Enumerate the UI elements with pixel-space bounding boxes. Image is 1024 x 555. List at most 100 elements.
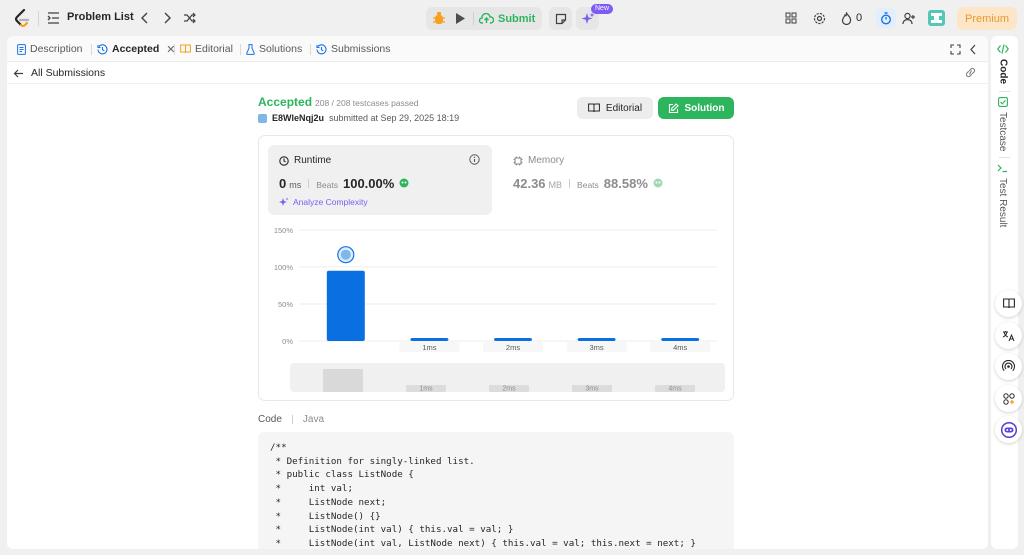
performance-card: Runtime 0 ms Beats 100.00% Analyze Compl… [258, 135, 734, 401]
chart-bar [326, 270, 365, 341]
beats-badge-icon [399, 178, 409, 188]
problem-list-link[interactable]: Problem List [67, 11, 134, 23]
description-icon [17, 43, 26, 55]
chart-overview-strip[interactable]: 1ms 2ms 3ms 4ms [290, 363, 725, 393]
notes-button[interactable] [549, 7, 572, 30]
info-icon[interactable] [469, 154, 480, 165]
extensions-button[interactable] [995, 385, 1022, 412]
tab-testcase-label: Testcase [997, 112, 1008, 152]
layout-icon[interactable] [783, 10, 799, 26]
tab-testcase[interactable]: Testcase [997, 97, 1008, 151]
top-bar: Problem List Submit New 0 Premium [0, 0, 1024, 36]
tab-solutions-label: Solutions [259, 43, 303, 55]
shuffle-icon[interactable] [181, 10, 197, 26]
memory-values: 42.36 MB Beats 88.58% [513, 176, 663, 191]
memory-value: 42.36 [513, 176, 546, 191]
run-divider [473, 12, 474, 25]
tab-solutions[interactable]: Solutions [246, 42, 302, 56]
submit-button[interactable]: Submit [479, 10, 535, 27]
chart-bar [494, 338, 532, 342]
edit-icon [668, 102, 679, 113]
x-tick-label: 1ms [422, 343, 436, 352]
tab-editorial[interactable]: Editorial [180, 42, 233, 56]
next-problem-icon[interactable] [159, 10, 175, 26]
tab-test-result-label: Test Result [997, 178, 1008, 228]
broadcast-button[interactable] [995, 353, 1022, 380]
maximize-icon[interactable] [947, 41, 963, 57]
runtime-unit: ms [289, 180, 302, 190]
prev-problem-icon[interactable] [137, 10, 153, 26]
submission-subbar: All Submissions [7, 62, 988, 84]
overview-tick-label: 3ms [585, 386, 599, 393]
user-avatar[interactable] [928, 10, 945, 26]
add-user-icon[interactable] [901, 10, 917, 26]
assistant-bot-button[interactable] [995, 416, 1022, 443]
problem-list-icon[interactable] [47, 12, 60, 24]
tab-accepted-label: Accepted [112, 43, 160, 55]
editorial-button[interactable]: Editorial [577, 97, 653, 119]
tab-divider [91, 44, 92, 55]
notes-icon [555, 13, 566, 24]
chart-bar [410, 338, 449, 342]
runtime-title: Runtime [279, 155, 331, 166]
debug-icon[interactable] [432, 11, 446, 26]
runtime-box[interactable]: Runtime 0 ms Beats 100.00% Analyze Compl… [268, 145, 492, 215]
tab-submissions[interactable]: Submissions [316, 42, 391, 56]
book-button[interactable] [995, 290, 1022, 317]
code-line: * ListNode(int val, ListNode next) { thi… [270, 537, 696, 549]
runtime-distribution-chart: 150% 100% 50% 0% 1ms 2ms 3ms 4ms [274, 226, 717, 352]
current-submission-avatar [340, 249, 351, 260]
analyze-complexity-label: Analyze Complexity [293, 197, 368, 207]
code-viewer[interactable]: /** * Definition for singly-linked list.… [258, 432, 734, 549]
premium-button[interactable]: Premium [957, 7, 1017, 30]
tab-divider [310, 44, 311, 55]
memory-beats-label: Beats [577, 180, 599, 190]
chart-bar [661, 338, 700, 342]
collapse-icon[interactable] [965, 41, 981, 57]
clock-icon [279, 155, 289, 166]
submission-panel: Description Accepted ✕ Editorial Solutio… [7, 36, 988, 549]
book-icon [588, 103, 600, 113]
tab-code-label: Code [997, 59, 1009, 84]
tab-editorial-label: Editorial [195, 43, 233, 55]
translate-icon [1002, 330, 1015, 341]
translate-button[interactable] [995, 322, 1022, 349]
streak-count: 0 [856, 12, 863, 24]
checkbox-icon [997, 97, 1008, 107]
x-tick-label: 4ms [673, 343, 687, 352]
code-label: Code [258, 414, 282, 425]
analyze-complexity-link[interactable]: Analyze Complexity [279, 197, 368, 207]
leetcode-logo[interactable] [14, 9, 31, 28]
tab-code[interactable]: Code [997, 44, 1009, 84]
fire-icon[interactable] [838, 10, 854, 26]
submitter-name[interactable]: E8WleNqj2u [272, 113, 324, 123]
settings-icon[interactable] [811, 10, 827, 26]
runtime-beats-value: 100.00% [342, 176, 395, 191]
tab-description-label: Description [30, 43, 83, 55]
overview-tick-label: 1ms [419, 386, 433, 393]
chart-bar [577, 338, 616, 342]
overview-chart: 1ms 2ms 3ms 4ms [323, 369, 695, 393]
timer-button[interactable] [876, 8, 896, 28]
tab-divider [240, 44, 241, 55]
memory-box[interactable]: Memory 42.36 MB Beats 88.58% [502, 145, 726, 215]
book-icon [180, 44, 191, 54]
book-icon [1002, 298, 1015, 309]
run-icon[interactable] [454, 12, 466, 25]
testcases-passed: 208 / 208 testcases passed [315, 98, 419, 108]
x-tick-label: 2ms [506, 343, 520, 352]
cloud-upload-icon [479, 13, 494, 24]
solution-button[interactable]: Solution [658, 97, 734, 119]
link-icon[interactable] [964, 67, 977, 78]
panel-tabs: Description Accepted ✕ Editorial Solutio… [7, 36, 988, 62]
tab-accepted[interactable]: Accepted ✕ [97, 42, 175, 56]
tab-submissions-label: Submissions [331, 43, 391, 55]
runtime-value: 0 [279, 176, 287, 191]
submitted-time: submitted at Sep 29, 2025 18:19 [329, 113, 460, 123]
value-divider [569, 179, 571, 188]
tab-description[interactable]: Description [17, 42, 83, 56]
flask-icon [246, 43, 255, 55]
all-submissions-link[interactable]: All Submissions [13, 67, 105, 79]
tab-test-result[interactable]: Test Result [997, 163, 1008, 227]
tab-divider [174, 44, 175, 55]
